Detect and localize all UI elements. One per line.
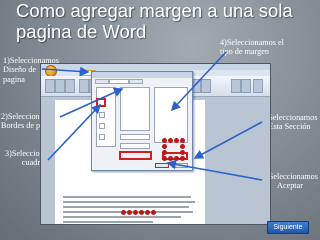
apple-border-icon (174, 156, 179, 161)
preview-box (154, 87, 188, 143)
apple-border-icon (174, 138, 179, 143)
step-4-note: 4)Seleccionamos el tipo de margen (220, 38, 284, 57)
setting-thumb[interactable] (99, 123, 105, 129)
ribbon-icon (79, 79, 89, 93)
apple-border-icon (162, 144, 167, 149)
apple-border-icon (139, 210, 144, 215)
word-screenshot (40, 63, 271, 225)
apple-border-icon (162, 150, 167, 155)
art-select-highlight[interactable] (119, 151, 152, 160)
style-list[interactable] (120, 87, 150, 131)
accept-button[interactable] (155, 163, 169, 168)
text-line (63, 196, 191, 198)
apple-border-icon (180, 138, 185, 143)
step-4-line: tipo de margen (220, 47, 269, 57)
apple-border-icon (133, 210, 138, 215)
ribbon-icon (201, 79, 211, 93)
text-line (63, 206, 189, 208)
color-select[interactable] (120, 134, 150, 140)
tab-bordes[interactable] (95, 79, 109, 84)
apple-border-icon (180, 156, 185, 161)
ribbon-icon (65, 79, 75, 93)
apple-border-icon (180, 144, 185, 149)
title-line-1: Como agregar margen a una sola (16, 0, 293, 21)
tab-borde-de-pagina[interactable] (109, 79, 129, 84)
dialog-title-bar (92, 72, 192, 78)
width-select[interactable] (120, 143, 150, 149)
apple-border-icon (162, 156, 167, 161)
text-line (63, 216, 181, 218)
ribbon-icon (241, 79, 251, 93)
apple-border-icon (180, 150, 185, 155)
apple-border-icon (162, 138, 167, 143)
cuadro-setting-highlight[interactable] (96, 98, 106, 107)
apple-border-icon (127, 210, 132, 215)
apple-border-icon (168, 138, 173, 143)
step-4-line: 4)Seleccionamos el (220, 38, 284, 47)
apple-border-icon (168, 156, 173, 161)
apple-border-icon (145, 210, 150, 215)
apple-border-icon (151, 210, 156, 215)
ribbon-icon (45, 79, 55, 93)
next-button[interactable]: Siguiente (267, 221, 309, 234)
setting-thumb[interactable] (99, 134, 105, 140)
ribbon-icon (231, 79, 241, 93)
tab-sombreado[interactable] (129, 79, 143, 84)
cancel-button[interactable] (172, 163, 188, 168)
text-line (63, 201, 195, 203)
text-line (63, 221, 153, 223)
slide-title: Como agregar margen a una sola pagina de… (16, 0, 306, 42)
ribbon-icon (55, 79, 65, 93)
ribbon-icon (253, 79, 263, 93)
apple-border-icon (121, 210, 126, 215)
setting-thumb[interactable] (99, 112, 105, 118)
